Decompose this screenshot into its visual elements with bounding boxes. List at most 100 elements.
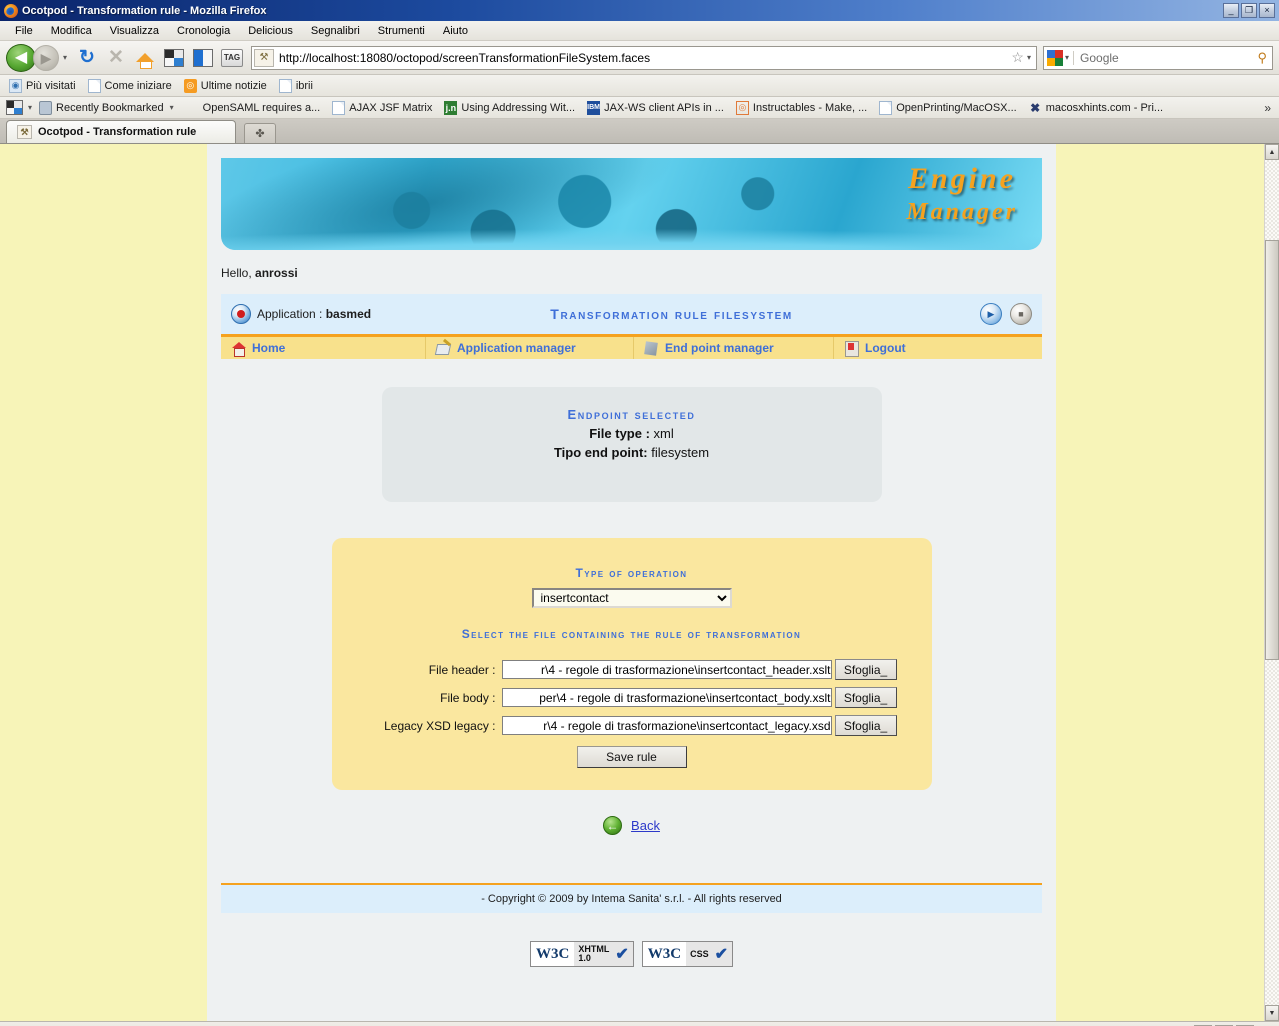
chevron-down-icon[interactable]: ▾: [170, 103, 174, 112]
bookmark-ibrii[interactable]: ibrii: [274, 78, 318, 94]
page-vertical-scrollbar[interactable]: ▲ ▼: [1264, 144, 1279, 1021]
scroll-down-button[interactable]: ▼: [1265, 1005, 1279, 1021]
w3c-xhtml-check-icon: ✔: [614, 942, 633, 967]
address-bar[interactable]: ⚒ http://localhost:18080/octopod/screenT…: [251, 45, 1037, 70]
ibm-icon: IBM: [587, 100, 601, 115]
sidebar-panel-icon[interactable]: [190, 45, 216, 71]
w3c-xhtml-badge[interactable]: W3C XHTML 1.0 ✔: [529, 941, 634, 968]
back-button-icon[interactable]: ◀: [6, 43, 36, 72]
address-dropdown-icon[interactable]: ▾: [1027, 53, 1036, 62]
nav-item-home[interactable]: Home: [221, 337, 426, 359]
menu-item-strumenti[interactable]: Strumenti: [369, 23, 434, 39]
bookmark-ajax-jsf-matrix[interactable]: AJAX JSF Matrix: [327, 100, 437, 116]
panel-toggle-icon[interactable]: [4, 99, 24, 117]
reload-icon[interactable]: ↻: [74, 45, 100, 71]
forward-button-icon[interactable]: ▶: [33, 44, 59, 71]
nav-item-label: Logout: [865, 341, 906, 355]
save-rule-button[interactable]: Save rule: [576, 746, 687, 769]
file-body-input[interactable]: per\4 - regole di trasformazione\insertc…: [501, 688, 832, 708]
transformation-rule-form: Type of operation insertcontact Select t…: [331, 538, 932, 791]
site-banner: Engine Manager: [221, 158, 1042, 250]
bookmark-piu-visitati[interactable]: ◉ Più visitati: [4, 78, 81, 94]
bookmark-star-icon[interactable]: ☆: [1008, 49, 1027, 66]
bookmark-instructables[interactable]: ◎ Instructables - Make, ...: [731, 100, 872, 116]
bookmark-label: Ultime notizie: [200, 79, 267, 92]
page-canvas: Engine Manager Hello, anrossi Applicatio…: [0, 144, 1264, 1021]
bookmark-ultime-notizie[interactable]: ◎ Ultime notizie: [179, 78, 272, 94]
file-row-legacy: Legacy XSD legacy : r\4 - regole di tras…: [332, 715, 932, 737]
new-tab-button[interactable]: ✤: [244, 123, 276, 143]
greeting: Hello, anrossi: [221, 266, 1056, 280]
menu-item-visualizza[interactable]: Visualizza: [101, 23, 168, 39]
file-input-rows: File header : r\4 - regole di trasformaz…: [332, 659, 932, 737]
instructables-icon: ◎: [735, 100, 749, 115]
page-title: Transformation rule filesystem: [550, 306, 793, 322]
application-manager-icon: [436, 341, 451, 356]
search-magnifier-icon[interactable]: ⚲: [1252, 50, 1272, 66]
close-button[interactable]: ×: [1259, 3, 1275, 18]
file-header-browse-button[interactable]: Sfoglia_: [834, 659, 897, 681]
file-row-header: File header : r\4 - regole di trasformaz…: [332, 659, 932, 681]
w3c-css-badge[interactable]: W3C CSS ✔: [641, 941, 733, 968]
bookmark-recently-bookmarked[interactable]: Recently Bookmarked ▾: [34, 100, 179, 116]
file-body-browse-button[interactable]: Sfoglia_: [834, 687, 897, 709]
scroll-up-button[interactable]: ▲: [1265, 144, 1279, 160]
stop-button-icon[interactable]: ■: [1010, 303, 1032, 325]
bookmark-using-addressing[interactable]: j.n Using Addressing Wit...: [439, 100, 580, 116]
back-arrow-icon[interactable]: ←: [603, 816, 623, 836]
legacy-xsd-input[interactable]: r\4 - regole di trasformazione\insertcon…: [501, 716, 832, 736]
search-input[interactable]: Google: [1073, 50, 1252, 65]
bookmark-label: macosxhints.com - Pri...: [1045, 101, 1164, 114]
menu-item-delicious[interactable]: Delicious: [239, 23, 302, 39]
menu-item-segnalibri[interactable]: Segnalibri: [302, 23, 369, 39]
legacy-xsd-browse-button[interactable]: Sfoglia_: [834, 715, 897, 737]
w3c-css-badge-logo: W3C: [642, 942, 687, 967]
bookmark-opensaml[interactable]: OpenSAML requires a...: [181, 100, 326, 116]
bookmark-label: JAX-WS client APIs in ...: [604, 101, 724, 114]
nav-item-logout[interactable]: Logout: [834, 337, 916, 359]
endpoint-selected-card: Endpoint selected File type : xml Tipo e…: [381, 387, 882, 502]
menu-item-file[interactable]: File: [6, 23, 42, 39]
bookmark-label: Recently Bookmarked: [56, 101, 164, 114]
operation-type-select[interactable]: insertcontact: [531, 588, 732, 608]
tag-icon[interactable]: TAG: [219, 45, 245, 71]
scrollbar-thumb[interactable]: [1265, 240, 1279, 660]
banner-title-line1: Engine: [907, 162, 1016, 195]
menu-item-modifica[interactable]: Modifica: [42, 23, 101, 39]
nav-item-end-point-manager[interactable]: End point manager: [634, 337, 834, 359]
menu-item-cronologia[interactable]: Cronologia: [168, 23, 239, 39]
address-bar-value[interactable]: http://localhost:18080/octopod/screenTra…: [277, 51, 1008, 65]
bookmark-openprinting[interactable]: OpenPrinting/MacOSX...: [874, 100, 1021, 116]
bookmarks-overflow-icon[interactable]: »: [1264, 101, 1275, 115]
scrollbar-track[interactable]: [1265, 160, 1279, 1005]
play-button-icon[interactable]: ▶: [980, 303, 1002, 325]
bookmark-label: OpenSAML requires a...: [202, 101, 321, 114]
file-header-input[interactable]: r\4 - regole di trasformazione\insertcon…: [501, 660, 832, 680]
search-bar[interactable]: ▾ Google ⚲: [1043, 45, 1273, 70]
panel-dropdown-icon[interactable]: ▾: [28, 103, 32, 112]
google-icon: [186, 101, 199, 115]
menu-bar: File Modifica Visualizza Cronologia Deli…: [0, 21, 1279, 41]
back-link[interactable]: Back: [631, 818, 660, 833]
home-icon[interactable]: [132, 45, 158, 71]
tab-strip: ⚒ Ocotpod - Transformation rule ✤: [0, 119, 1279, 144]
bookmark-jaxws-client-apis[interactable]: IBM JAX-WS client APIs in ...: [582, 100, 729, 116]
doc-icon: [332, 100, 346, 115]
search-engine-dropdown-icon[interactable]: ▾: [1065, 53, 1069, 62]
file-body-value: per\4 - regole di trasformazione\insertc…: [539, 690, 831, 705]
menu-item-aiuto[interactable]: Aiuto: [434, 23, 477, 39]
bookmark-label: Come iniziare: [104, 79, 172, 92]
minimize-button[interactable]: _: [1223, 3, 1239, 18]
nav-history-dropdown-icon[interactable]: ▾: [63, 53, 67, 62]
bookmark-come-iniziare[interactable]: Come iniziare: [83, 78, 177, 94]
bookmarks-bar-secondary: ▾ Recently Bookmarked ▾ OpenSAML require…: [0, 97, 1279, 119]
nav-item-application-manager[interactable]: Application manager: [426, 337, 634, 359]
application-label: Application : basmed: [257, 307, 371, 321]
window-controls: _ ❐ ×: [1223, 3, 1277, 18]
split-panel-icon[interactable]: [161, 45, 187, 71]
bookmark-macosxhints[interactable]: ✖ macosxhints.com - Pri...: [1024, 100, 1168, 116]
tab-ocotpod-transformation-rule[interactable]: ⚒ Ocotpod - Transformation rule: [6, 120, 236, 143]
stop-icon[interactable]: ✕: [103, 45, 129, 71]
rss-icon: ◎: [183, 78, 197, 93]
restore-button[interactable]: ❐: [1241, 3, 1257, 18]
